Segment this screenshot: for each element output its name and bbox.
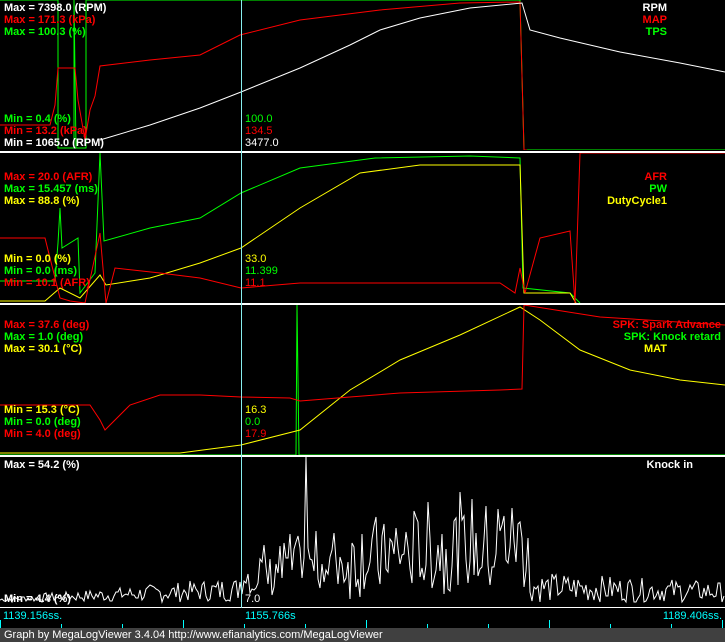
- rpm-max: Max = 7398.0 (RPM): [4, 2, 107, 14]
- mat-cursor-value: 16.3: [245, 404, 267, 416]
- afr-cursor-value: 11.1: [245, 277, 266, 289]
- dutycycle-max: Max = 88.8 (%): [4, 195, 80, 207]
- axis-tick: [722, 620, 723, 628]
- mat-max: Max = 30.1 (°C): [4, 343, 83, 355]
- map-max: Max = 171.3 (kPa): [4, 14, 96, 26]
- legend: SPK: Spark Advance SPK: Knock retard MAT: [613, 319, 721, 355]
- legend-knock-in: Knock in: [646, 459, 693, 471]
- time-axis: 1139.156ss. 1155.766s 1189.406ss.: [0, 608, 725, 628]
- map-cursor-value: 134.5: [245, 125, 273, 137]
- min-labels: Min = 0.4 (%) Min = 13.2 (kPa) Min = 106…: [4, 113, 104, 149]
- knock-in-trace: [0, 457, 725, 604]
- pw-max: Max = 15.457 (ms): [4, 183, 98, 195]
- min-labels: Min = 0.0 (%) Min = 0.0 (ms) Min = 10.1 …: [4, 253, 90, 289]
- tps-cursor-value: 100.0: [245, 113, 273, 125]
- max-labels: Max = 54.2 (%): [4, 459, 80, 471]
- max-labels: Max = 20.0 (AFR) Max = 15.457 (ms) Max =…: [4, 171, 98, 207]
- knock-max: Max = 54.2 (%): [4, 459, 80, 471]
- tps-min: Min = 0.4 (%): [4, 113, 71, 125]
- legend-tps: TPS: [645, 26, 667, 38]
- knock-retard-max: Max = 1.0 (deg): [4, 331, 84, 343]
- tps-max: Max = 100.3 (%): [4, 26, 86, 38]
- cursor-values: 16.3 0.0 17.9: [245, 404, 266, 440]
- spark-max: Max = 37.6 (deg): [4, 319, 90, 331]
- knock-in-graph[interactable]: Max = 54.2 (%) Knock in Min = 4.4 (%) 7.…: [0, 457, 725, 607]
- knock-retard-cursor-value: 0.0: [245, 416, 261, 428]
- knock-min: Min = 4.4 (%): [4, 593, 71, 605]
- legend-spark-advance: SPK: Spark Advance: [612, 319, 721, 331]
- pw-cursor-value: 11.399: [245, 265, 278, 277]
- max-labels: Max = 37.6 (deg) Max = 1.0 (deg) Max = 3…: [4, 319, 89, 355]
- axis-tick: [0, 620, 1, 628]
- afr-min: Min = 10.1 (AFR): [4, 277, 90, 289]
- panel1-traces: [0, 0, 725, 150]
- afr-pw-duty-graph[interactable]: Max = 20.0 (AFR) Max = 15.457 (ms) Max =…: [0, 153, 725, 303]
- legend-dutycycle: DutyCycle1: [607, 195, 667, 207]
- min-labels: Min = 4.4 (%): [4, 593, 71, 605]
- rpm-trace: [99, 2, 725, 141]
- time-cursor[interactable]: [241, 0, 242, 628]
- spark-knock-mat-graph[interactable]: Max = 37.6 (deg) Max = 1.0 (deg) Max = 3…: [0, 305, 725, 455]
- legend: AFR PW DutyCycle1: [607, 171, 667, 207]
- dutycycle-min: Min = 0.0 (%): [4, 253, 71, 265]
- dutycycle-cursor-value: 33.0: [245, 253, 267, 265]
- rpm-cursor-value: 3477.0: [245, 137, 279, 149]
- legend: Knock in: [647, 459, 693, 471]
- panel4-traces: [0, 457, 725, 604]
- cursor-values: 100.0 134.5 3477.0: [245, 113, 279, 149]
- knock-retard-min: Min = 0.0 (deg): [4, 416, 81, 428]
- knock-cursor-value: 7.0: [245, 593, 261, 605]
- legend: RPM MAP TPS: [643, 2, 667, 38]
- spark-min: Min = 4.0 (deg): [4, 428, 81, 440]
- rpm-min: Min = 1065.0 (RPM): [4, 137, 104, 149]
- tps-trace: [0, 0, 725, 150]
- axis-end-time: 1189.406ss.: [662, 610, 722, 622]
- footer-credit: Graph by MegaLogViewer 3.4.04 http://www…: [0, 628, 725, 642]
- cursor-values: 7.0: [245, 593, 260, 605]
- spark-cursor-value: 17.9: [245, 428, 267, 440]
- legend-pw: PW: [649, 183, 667, 195]
- legend-rpm: RPM: [642, 2, 667, 14]
- rpm-map-tps-graph[interactable]: Max = 7398.0 (RPM) Max = 171.3 (kPa) Max…: [0, 0, 725, 150]
- axis-tick: [366, 620, 367, 628]
- cursor-values: 33.0 11.399 11.1: [245, 253, 278, 289]
- min-labels: Min = 15.3 (°C) Min = 0.0 (deg) Min = 4.…: [4, 404, 81, 440]
- map-min: Min = 13.2 (kPa): [4, 125, 87, 137]
- axis-start-time: 1139.156ss.: [3, 610, 63, 622]
- legend-map: MAP: [642, 14, 667, 26]
- axis-tick: [549, 620, 550, 628]
- max-labels: Max = 7398.0 (RPM) Max = 171.3 (kPa) Max…: [4, 2, 106, 38]
- pw-min: Min = 0.0 (ms): [4, 265, 78, 277]
- afr-max: Max = 20.0 (AFR): [4, 171, 93, 183]
- mat-min: Min = 15.3 (°C): [4, 404, 80, 416]
- axis-cursor-time: 1155.766s: [245, 610, 296, 622]
- legend-afr: AFR: [644, 171, 667, 183]
- legend-knock-retard: SPK: Knock retard: [623, 331, 721, 343]
- legend-mat: MAT: [643, 343, 667, 355]
- axis-tick: [183, 620, 184, 628]
